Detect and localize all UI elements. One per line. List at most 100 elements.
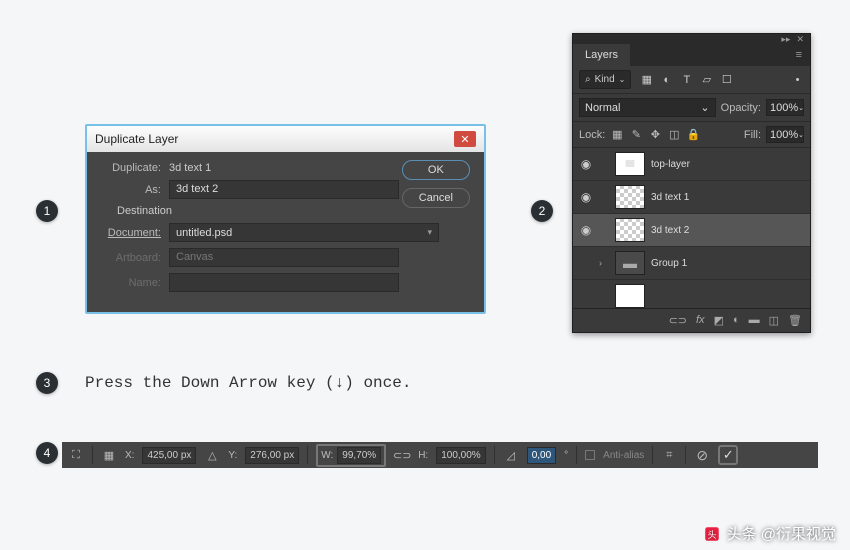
layer-row[interactable]: ◉ 3d text 1 [573, 181, 810, 214]
step-4-bullet: 4 [36, 442, 58, 464]
chevron-right-icon[interactable]: › [599, 258, 609, 268]
fill-label: Fill: [744, 129, 761, 141]
w-label: W: [321, 450, 333, 461]
opacity-label: Opacity: [721, 102, 761, 114]
y-label: Y: [228, 450, 237, 461]
anti-alias-label: Anti-alias [603, 450, 644, 461]
svg-text:头: 头 [707, 529, 716, 539]
layer-row[interactable]: ◉ › ▬ Group 1 [573, 247, 810, 280]
layer-thumb[interactable]: ▓▓ [615, 152, 645, 176]
w-highlight: W: 99,70% [316, 444, 386, 467]
free-transform-icon[interactable]: ⛶ [68, 447, 84, 463]
new-layer-icon[interactable]: ◫ [769, 314, 779, 327]
lock-transparency-icon[interactable]: ▦ [610, 128, 624, 141]
chevron-down-icon: ⌄ [700, 101, 709, 114]
blend-mode-select[interactable]: Normal ⌄ [579, 98, 716, 117]
y-field[interactable]: 276,00 px [245, 447, 299, 464]
duplicate-layer-dialog: Duplicate Layer ✕ Duplicate: 3d text 1 A… [85, 124, 486, 314]
lock-artboard-icon[interactable]: ◫ [667, 128, 681, 141]
cancel-transform-icon[interactable]: ⊘ [694, 447, 710, 463]
chevron-down-icon: ⌄ [798, 131, 804, 139]
artboard-label: Artboard: [99, 252, 169, 264]
trash-icon[interactable]: 🗑 [788, 314, 802, 327]
layer-row[interactable]: ◉ ▓▓ top-layer [573, 148, 810, 181]
filter-kind-select[interactable]: ⌕ Kind ⌄ [579, 70, 631, 89]
document-label: Document: [99, 227, 169, 239]
duplicate-label: Duplicate: [99, 162, 169, 174]
close-icon[interactable]: ✕ [454, 131, 476, 147]
opacity-field[interactable]: 100% ⌄ [766, 99, 804, 116]
anti-alias-checkbox[interactable] [585, 450, 595, 460]
lock-all-icon[interactable]: 🔒 [686, 128, 700, 141]
group-icon[interactable]: ▬ [749, 314, 760, 327]
filter-shape-icon[interactable]: ▱ [700, 73, 713, 86]
x-label: X: [125, 450, 134, 461]
name-label: Name: [99, 277, 169, 289]
fill-value: 100% [770, 129, 798, 141]
name-input [169, 273, 399, 292]
mask-icon[interactable]: ◩ [714, 314, 724, 327]
layer-thumb[interactable] [615, 284, 645, 308]
kind-label: Kind [595, 74, 615, 85]
lock-image-icon[interactable]: ✎ [629, 128, 643, 141]
layer-name[interactable]: 3d text 2 [651, 225, 689, 236]
folder-icon[interactable]: ▬ [615, 251, 645, 275]
layer-name[interactable]: 3d text 1 [651, 192, 689, 203]
cancel-button[interactable]: Cancel [402, 188, 470, 208]
chevron-down-icon: ▾ [427, 227, 432, 238]
link-layers-icon[interactable]: ⊂⊃ [669, 314, 687, 327]
step-3-instruction: Press the Down Arrow key (↓) once. [85, 374, 411, 392]
layers-tab[interactable]: Layers [573, 44, 630, 66]
lock-label: Lock: [579, 129, 605, 141]
visibility-icon[interactable]: ◉ [579, 223, 593, 237]
step-3-bullet: 3 [36, 372, 58, 394]
link-wh-icon[interactable]: ⊂⊃ [394, 447, 410, 463]
filter-toggle[interactable]: • [791, 73, 804, 86]
w-field[interactable]: 99,70% [337, 447, 381, 464]
filter-pixel-icon[interactable]: ▦ [640, 73, 653, 86]
angle-field[interactable]: 0,00 [527, 447, 556, 464]
fill-field[interactable]: 100% ⌄ [766, 126, 804, 143]
lock-position-icon[interactable]: ✥ [648, 128, 662, 141]
close-panel-icon[interactable]: ✕ [796, 34, 804, 44]
filter-smart-icon[interactable]: ☐ [720, 73, 733, 86]
commit-transform-button[interactable]: ✓ [718, 445, 738, 465]
h-field[interactable]: 100,00% [436, 447, 485, 464]
angle-icon: ◿ [503, 447, 519, 463]
collapse-icon[interactable]: ▸▸ [781, 34, 790, 44]
layers-panel: ▸▸ ✕ Layers ≡ ⌕ Kind ⌄ ▦ ◐ T ▱ ☐ • Norma… [572, 33, 811, 333]
watermark-icon: 头 [703, 525, 721, 543]
filter-adjust-icon[interactable]: ◐ [660, 73, 673, 86]
visibility-icon[interactable]: ◉ [579, 157, 593, 171]
dialog-titlebar[interactable]: Duplicate Layer ✕ [87, 126, 484, 152]
angle-deg: ° [564, 450, 568, 461]
h-label: H: [418, 450, 428, 461]
dialog-title-text: Duplicate Layer [95, 132, 178, 146]
visibility-icon[interactable]: ◉ [579, 190, 593, 204]
reference-point-icon[interactable]: ▦ [101, 447, 117, 463]
as-input[interactable]: 3d text 2 [169, 180, 399, 199]
as-label: As: [99, 184, 169, 196]
layer-name[interactable]: Group 1 [651, 258, 687, 269]
document-value: untitled.psd [176, 227, 232, 239]
opacity-value: 100% [770, 102, 798, 114]
warp-mode-icon[interactable]: ⌗ [661, 447, 677, 463]
document-select[interactable]: untitled.psd ▾ [169, 223, 439, 242]
layer-thumb[interactable] [615, 185, 645, 209]
panel-menu-icon[interactable]: ≡ [788, 44, 810, 66]
artboard-input: Canvas [169, 248, 399, 267]
delta-icon[interactable]: △ [204, 447, 220, 463]
layer-name[interactable]: top-layer [651, 159, 690, 170]
adjustment-icon[interactable]: ◐ [733, 314, 740, 327]
watermark: 头 头条 @衍果视觉 [703, 523, 836, 544]
layer-row[interactable]: ◉ 3d text 2 [573, 214, 810, 247]
blend-mode-value: Normal [585, 102, 620, 114]
layer-thumb[interactable] [615, 218, 645, 242]
filter-type-icon[interactable]: T [680, 73, 693, 86]
step-2-bullet: 2 [531, 200, 553, 222]
fx-icon[interactable]: fx [696, 314, 705, 327]
x-field[interactable]: 425,00 px [142, 447, 196, 464]
chevron-down-icon: ⌄ [619, 75, 626, 84]
ok-button[interactable]: OK [402, 160, 470, 180]
search-icon: ⌕ [585, 74, 591, 85]
